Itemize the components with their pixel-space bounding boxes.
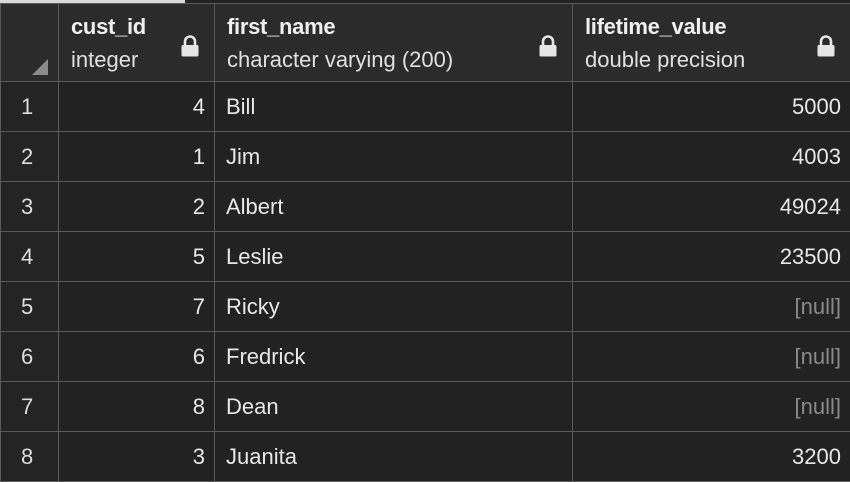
cell-cust-id[interactable]: 8 [59, 382, 215, 432]
column-header-cust-id[interactable]: cust_id integer [59, 4, 215, 82]
cell-cust-id[interactable]: 6 [59, 332, 215, 382]
cell-first-name[interactable]: Albert [215, 182, 573, 232]
cell-cust-id[interactable]: 5 [59, 232, 215, 282]
table-row[interactable]: 6 6 Fredrick [null] [1, 332, 850, 382]
cell-first-name[interactable]: Jim [215, 132, 573, 182]
row-number[interactable]: 4 [1, 232, 59, 282]
lock-icon [180, 35, 200, 57]
row-number[interactable]: 7 [1, 382, 59, 432]
corner-resize-icon [32, 59, 48, 75]
cell-cust-id[interactable]: 7 [59, 282, 215, 332]
cell-lifetime-value[interactable]: [null] [573, 282, 850, 332]
cell-cust-id[interactable]: 3 [59, 432, 215, 482]
table-row[interactable]: 3 2 Albert 49024 [1, 182, 850, 232]
column-name: first_name [227, 14, 335, 40]
row-number[interactable]: 6 [1, 332, 59, 382]
table-row[interactable]: 7 8 Dean [null] [1, 382, 850, 432]
row-number[interactable]: 1 [1, 82, 59, 132]
cell-first-name[interactable]: Leslie [215, 232, 573, 282]
row-number[interactable]: 2 [1, 132, 59, 182]
table-row[interactable]: 5 7 Ricky [null] [1, 282, 850, 332]
cell-lifetime-value[interactable]: 5000 [573, 82, 850, 132]
cell-lifetime-value[interactable]: 4003 [573, 132, 850, 182]
cell-lifetime-value[interactable]: 49024 [573, 182, 850, 232]
column-type: integer [71, 47, 138, 73]
cell-first-name[interactable]: Bill [215, 82, 573, 132]
column-type: double precision [585, 47, 745, 73]
cell-first-name[interactable]: Juanita [215, 432, 573, 482]
row-number[interactable]: 8 [1, 432, 59, 482]
cell-cust-id[interactable]: 2 [59, 182, 215, 232]
cell-lifetime-value[interactable]: 23500 [573, 232, 850, 282]
table-row[interactable]: 1 4 Bill 5000 [1, 82, 850, 132]
row-number[interactable]: 3 [1, 182, 59, 232]
column-header-first-name[interactable]: first_name character varying (200) [215, 4, 573, 82]
column-type: character varying (200) [227, 47, 453, 73]
cell-lifetime-value[interactable]: 3200 [573, 432, 850, 482]
result-grid: cust_id integer first_name character var… [0, 0, 850, 479]
table-row[interactable]: 8 3 Juanita 3200 [1, 432, 850, 482]
column-name: cust_id [71, 14, 146, 40]
cell-first-name[interactable]: Dean [215, 382, 573, 432]
header-row: cust_id integer first_name character var… [1, 4, 850, 82]
cell-cust-id[interactable]: 1 [59, 132, 215, 182]
cell-first-name[interactable]: Ricky [215, 282, 573, 332]
table-row[interactable]: 2 1 Jim 4003 [1, 132, 850, 182]
column-header-lifetime-value[interactable]: lifetime_value double precision [573, 4, 850, 82]
column-name: lifetime_value [585, 14, 726, 40]
row-number[interactable]: 5 [1, 282, 59, 332]
lock-icon [538, 35, 558, 57]
cell-lifetime-value[interactable]: [null] [573, 332, 850, 382]
cell-cust-id[interactable]: 4 [59, 82, 215, 132]
cell-lifetime-value[interactable]: [null] [573, 382, 850, 432]
lock-icon [816, 35, 836, 57]
data-table: cust_id integer first_name character var… [0, 3, 850, 482]
table-row[interactable]: 4 5 Leslie 23500 [1, 232, 850, 282]
cell-first-name[interactable]: Fredrick [215, 332, 573, 382]
select-all-corner[interactable] [1, 4, 59, 82]
